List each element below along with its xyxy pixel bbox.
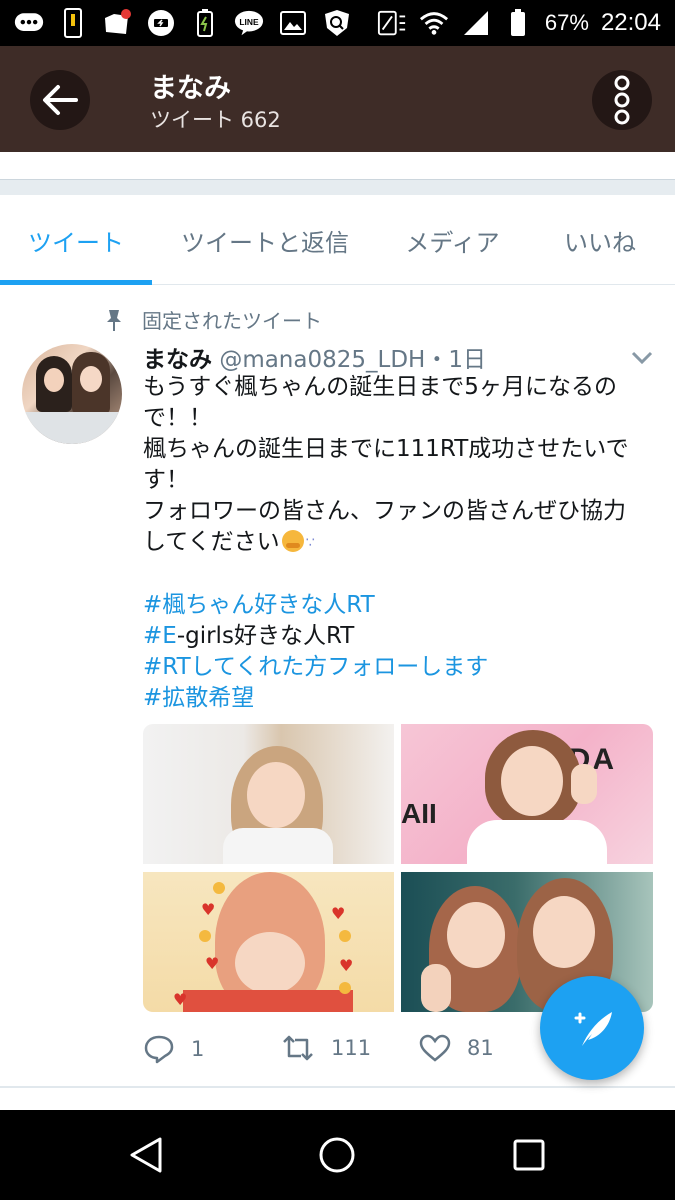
back-button[interactable] xyxy=(30,70,90,130)
tweet-line: してください xyxy=(143,529,280,555)
triangle-back-icon xyxy=(130,1137,162,1173)
tab-media[interactable]: メディア xyxy=(385,195,520,285)
shield-icon xyxy=(322,8,352,38)
tweet-line: 楓ちゃんの誕生日までに111RT成功させたいで xyxy=(143,436,629,462)
like-count: 81 xyxy=(467,1036,494,1060)
tab-tweets[interactable]: ツイート xyxy=(0,195,152,285)
author-handle[interactable]: @mana0825_LDH・1日 xyxy=(219,347,486,373)
profile-header: まなみ ツイート 662 xyxy=(0,46,675,152)
tweet-options-button[interactable] xyxy=(630,350,654,370)
pin-icon xyxy=(107,309,121,331)
more-options-button[interactable] xyxy=(592,70,652,130)
tweet-photo[interactable] xyxy=(143,724,394,864)
square-recents-icon xyxy=(513,1139,545,1171)
clock: 22:04 xyxy=(600,9,661,36)
battery-percent: 67% xyxy=(544,10,589,35)
tweet-line: で！！ xyxy=(143,405,212,431)
tweet-line: フォロワーの皆さん、ファンの皆さんぜひ協力 xyxy=(143,498,626,524)
arrow-left-icon xyxy=(43,85,78,115)
hashtag-link[interactable]: #楓ちゃん好きな人RT xyxy=(143,590,648,621)
folder-icon xyxy=(102,8,132,38)
nav-home-button[interactable] xyxy=(317,1135,357,1175)
header-title: まなみ xyxy=(150,73,231,104)
tweet-line-with-emoji: してください ∵ xyxy=(143,527,648,559)
tab-tweets-and-replies[interactable]: ツイートと返信 xyxy=(160,195,370,285)
phone-icon xyxy=(58,8,88,38)
reply-count: 1 xyxy=(191,1037,205,1061)
battery-saver-icon xyxy=(146,8,176,38)
hashtag-line: #E-girls好きな人RT xyxy=(143,621,648,652)
wifi-icon xyxy=(419,8,449,38)
nfc-icon xyxy=(377,8,407,38)
author-name[interactable]: まなみ xyxy=(143,347,212,373)
profile-tabs: ツイート ツイートと返信 メディア いいね xyxy=(0,195,675,285)
avatar[interactable] xyxy=(22,344,122,444)
tweet-photo[interactable]: ♥ ♥ ♥ ♥ ♥ xyxy=(143,872,394,1012)
active-tab-indicator xyxy=(0,280,152,285)
battery-icon xyxy=(503,8,533,38)
tweet-count: ツイート 662 xyxy=(150,108,281,132)
chevron-down-icon xyxy=(631,351,653,365)
tweet-text: もうすぐ楓ちゃんの誕生日まで5ヶ月になるの で！！ 楓ちゃんの誕生日までに111… xyxy=(143,372,648,714)
retweet-count: 111 xyxy=(331,1036,372,1060)
retweet-icon xyxy=(283,1035,313,1061)
tweet-header: まなみ @mana0825_LDH・1日 xyxy=(143,340,486,374)
hashtag-suffix: -girls xyxy=(176,623,234,649)
pinned-indicator: 固定されたツイート xyxy=(104,305,322,334)
circle-home-icon xyxy=(319,1137,355,1173)
hashtag-link[interactable]: #拡散希望 xyxy=(143,683,648,714)
heart-icon xyxy=(419,1034,451,1062)
media-grid: FF DA AII ♥ ♥ ♥ ♥ ♥ xyxy=(143,724,653,1012)
like-button[interactable]: 81 xyxy=(419,1034,494,1062)
tweet-line: す！ xyxy=(143,467,189,493)
line-icon: LINE xyxy=(234,8,264,38)
hashtag-suffix: 好きな人RT xyxy=(233,623,355,649)
more-vertical-icon xyxy=(614,75,630,125)
retweet-button[interactable]: 111 xyxy=(281,1034,371,1062)
reply-button[interactable]: 1 xyxy=(143,1034,204,1064)
system-navigation-bar xyxy=(0,1110,675,1200)
signal-icon xyxy=(461,8,491,38)
chat-icon xyxy=(14,8,44,38)
pleading-emoji-icon xyxy=(281,530,304,552)
hashtag-link[interactable]: #E xyxy=(143,623,177,649)
battery-charge-icon xyxy=(190,8,220,38)
tweet-photo[interactable]: FF DA AII xyxy=(401,724,653,864)
image-icon xyxy=(278,8,308,38)
section-divider xyxy=(0,179,675,195)
sweat-emoji-icon: ∵ xyxy=(305,535,315,551)
nav-back-button[interactable] xyxy=(126,1135,166,1175)
compose-feather-icon xyxy=(574,1012,612,1046)
tweet-line: もうすぐ楓ちゃんの誕生日まで5ヶ月になるの xyxy=(143,374,617,400)
hashtag-link[interactable]: #RTしてくれた方フォローします xyxy=(143,652,648,683)
svg-text:LINE: LINE xyxy=(239,17,259,27)
tweet-divider xyxy=(0,1086,675,1088)
compose-tweet-button[interactable] xyxy=(540,976,644,1080)
reply-icon xyxy=(144,1035,174,1064)
nav-recents-button[interactable] xyxy=(509,1135,549,1175)
pinned-label: 固定されたツイート xyxy=(142,309,322,333)
status-bar: LINE 67% 22:04 xyxy=(0,0,675,46)
tab-likes[interactable]: いいね xyxy=(535,195,665,285)
